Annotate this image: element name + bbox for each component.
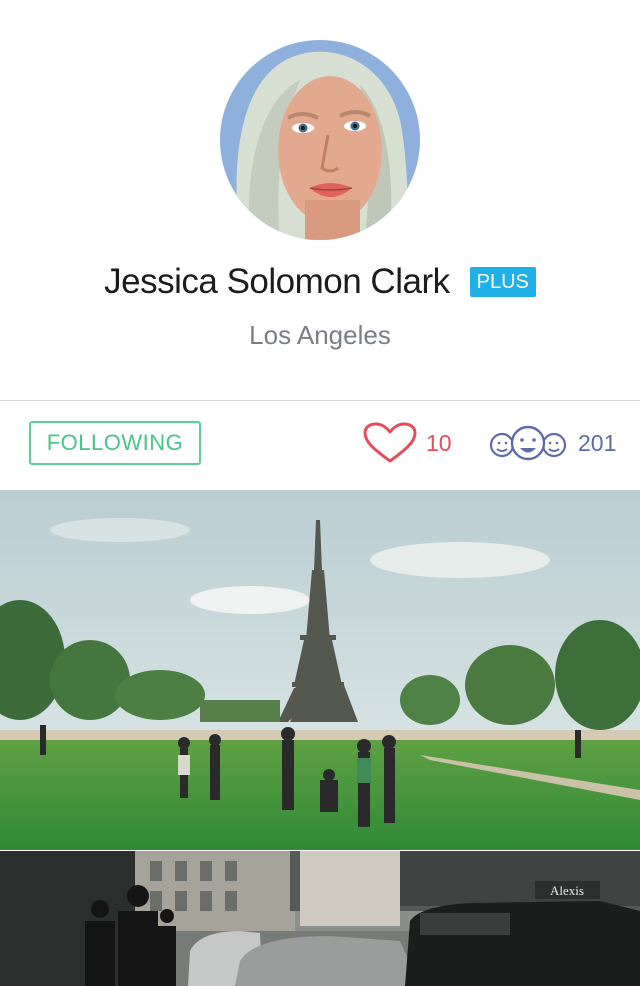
profile-avatar[interactable] [220,40,420,240]
street-sign-text: Alexis [550,883,584,898]
group-faces-icon [489,425,567,461]
eiffel-tower-image [0,490,640,850]
followers-stat[interactable]: 201 [488,420,616,466]
plus-badge: PLUS [469,267,536,297]
divider [0,400,640,401]
followers-count: 201 [578,429,617,456]
profile-name: Jessica Solomon Clark [104,262,450,301]
profile-header: Jessica Solomon Clark PLUS [0,262,640,302]
avatar-image [220,40,420,240]
following-button[interactable]: FOLLOWING [29,421,201,465]
likes-count: 10 [426,429,452,456]
profile-location: Los Angeles [249,320,391,350]
likes-stat[interactable]: 10 [362,420,452,466]
heart-icon [363,422,417,463]
street-image: Alexis [0,851,640,986]
photo-street[interactable]: Alexis [0,851,640,986]
photo-eiffel-tower[interactable] [0,490,640,850]
